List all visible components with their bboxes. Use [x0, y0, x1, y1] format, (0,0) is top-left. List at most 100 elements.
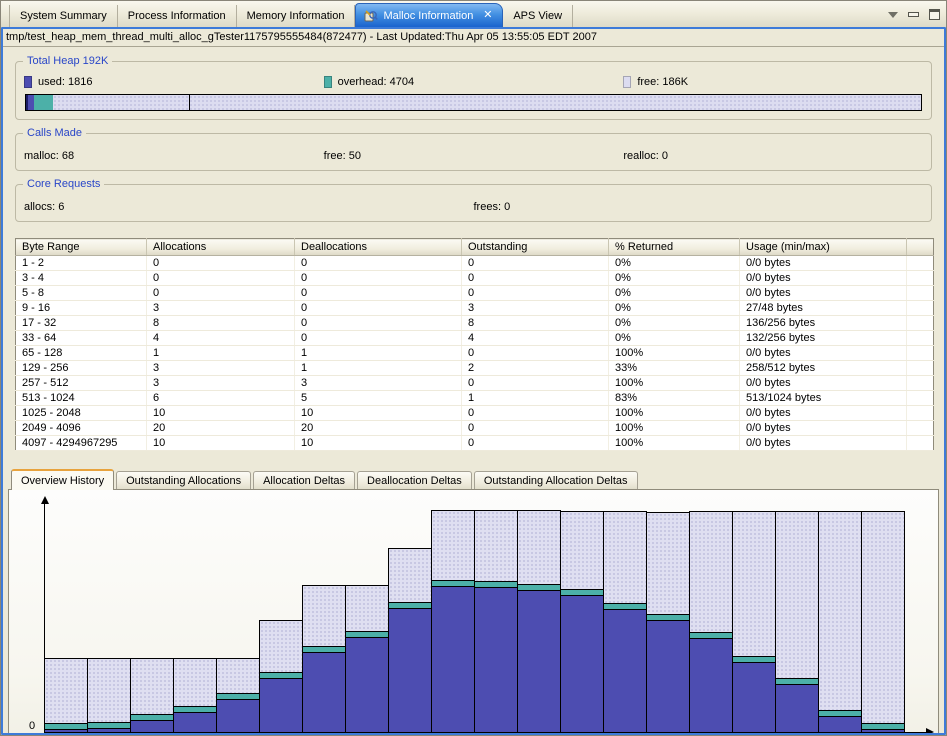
free-segment	[260, 621, 302, 672]
used-segment	[389, 609, 431, 732]
table-row[interactable]: 4097 - 429496729510100100%0/0 bytes	[16, 436, 934, 451]
table-header--returned[interactable]: % Returned	[609, 239, 740, 256]
table-row[interactable]: 2049 - 409620200100%0/0 bytes	[16, 421, 934, 436]
overhead-segment	[561, 589, 603, 596]
view-tab-malloc-information[interactable]: Malloc Information✕	[355, 3, 503, 27]
sample-bar	[646, 512, 690, 732]
overhead-segment	[174, 706, 216, 713]
history-tab-outstanding-allocation-deltas[interactable]: Outstanding Allocation Deltas	[474, 471, 638, 490]
used-segment	[260, 679, 302, 732]
table-cell: 0	[462, 286, 609, 301]
used-segment	[604, 610, 646, 732]
table-cell: 10	[147, 406, 295, 421]
table-cell: 0/0 bytes	[740, 421, 907, 436]
free-segment	[776, 512, 818, 678]
free-segment	[303, 586, 345, 646]
table-header-byte-range[interactable]: Byte Range	[16, 239, 147, 256]
table-cell	[907, 361, 934, 376]
table-row[interactable]: 33 - 644040%132/256 bytes	[16, 331, 934, 346]
free-segment	[604, 512, 646, 603]
calls-made-stat: free: 50	[324, 150, 624, 162]
plot-area: 0	[44, 495, 926, 733]
core-requests-stats: allocs: 6frees: 0	[24, 201, 923, 213]
history-tab-deallocation-deltas[interactable]: Deallocation Deltas	[357, 471, 472, 490]
view-tab-label: Process Information	[128, 10, 226, 22]
table-cell: 3	[147, 376, 295, 391]
heap-legend: used: 1816overhead: 4704free: 186K	[24, 76, 923, 88]
core-requests-title: Core Requests	[23, 178, 104, 190]
used-segment	[819, 717, 861, 732]
free-segment	[217, 659, 259, 693]
heap-legend-item: overhead: 4704	[324, 76, 624, 88]
table-header-usage-min-max-[interactable]: Usage (min/max)	[740, 239, 907, 256]
sample-bar	[130, 658, 174, 732]
table-cell: 3	[462, 301, 609, 316]
table-row[interactable]: 257 - 512330100%0/0 bytes	[16, 376, 934, 391]
table-cell: 6	[147, 391, 295, 406]
free-segment	[647, 513, 689, 614]
minimize-icon[interactable]	[908, 12, 919, 17]
table-cell: 0	[295, 256, 462, 271]
free-segment	[561, 512, 603, 589]
heap-overhead-segment	[34, 95, 53, 110]
table-cell: 0	[462, 406, 609, 421]
summary-area: Total Heap 192K used: 1816overhead: 4704…	[3, 47, 944, 451]
close-tab-icon[interactable]: ✕	[481, 9, 494, 22]
legend-swatch	[24, 76, 32, 88]
table-cell: 20	[295, 421, 462, 436]
history-tab-allocation-deltas[interactable]: Allocation Deltas	[253, 471, 355, 490]
view-tab-memory-information[interactable]: Memory Information	[237, 5, 356, 27]
sample-bar	[603, 511, 647, 732]
overhead-segment	[45, 723, 87, 730]
used-segment	[690, 639, 732, 732]
used-segment	[303, 653, 345, 732]
table-row[interactable]: 513 - 102465183%513/1024 bytes	[16, 391, 934, 406]
table-header-deallocations[interactable]: Deallocations	[295, 239, 462, 256]
table-cell: 1	[295, 361, 462, 376]
history-tab-outstanding-allocations[interactable]: Outstanding Allocations	[116, 471, 251, 490]
table-cell: 100%	[609, 406, 740, 421]
calls-made-stat: realloc: 0	[623, 150, 923, 162]
table-row[interactable]: 17 - 328080%136/256 bytes	[16, 316, 934, 331]
view-tab-aps-view[interactable]: APS View	[503, 5, 573, 27]
table-cell: 5	[295, 391, 462, 406]
heap-usage-bar	[25, 94, 922, 111]
sample-bar	[517, 510, 561, 732]
table-cell: 0	[462, 346, 609, 361]
overhead-segment	[217, 693, 259, 700]
table-cell	[907, 376, 934, 391]
table-row[interactable]: 3 - 40000%0/0 bytes	[16, 271, 934, 286]
core-requests-group: Core Requests allocs: 6frees: 0	[15, 184, 932, 222]
table-cell: 100%	[609, 421, 740, 436]
table-row[interactable]: 9 - 163030%27/48 bytes	[16, 301, 934, 316]
table-row[interactable]: 1 - 20000%0/0 bytes	[16, 256, 934, 271]
view-menu-icon[interactable]	[888, 12, 898, 18]
table-cell: 17 - 32	[16, 316, 147, 331]
table-cell: 65 - 128	[16, 346, 147, 361]
stacked-bars	[44, 510, 905, 732]
overhead-segment	[518, 584, 560, 591]
table-cell	[907, 391, 934, 406]
legend-swatch	[623, 76, 631, 88]
heap-used-segment	[26, 95, 34, 110]
free-segment	[174, 659, 216, 706]
table-row[interactable]: 1025 - 204810100100%0/0 bytes	[16, 406, 934, 421]
table-cell	[907, 331, 934, 346]
table-cell: 0/0 bytes	[740, 406, 907, 421]
history-tab-overview-history[interactable]: Overview History	[11, 469, 114, 490]
malloc-information-view: System Summary Process Information Memory …	[0, 0, 947, 736]
table-cell: 10	[295, 406, 462, 421]
view-tab-process-information[interactable]: Process Information	[118, 5, 237, 27]
table-row[interactable]: 129 - 25631233%258/512 bytes	[16, 361, 934, 376]
x-axis-arrow-icon	[926, 728, 934, 735]
table-row[interactable]: 5 - 80000%0/0 bytes	[16, 286, 934, 301]
view-tab-system-summary[interactable]: System Summary	[9, 5, 118, 27]
table-cell: 0/0 bytes	[740, 286, 907, 301]
table-cell: 33 - 64	[16, 331, 147, 346]
table-header-allocations[interactable]: Allocations	[147, 239, 295, 256]
table-cell: 20	[147, 421, 295, 436]
table-cell: 10	[295, 436, 462, 451]
table-row[interactable]: 65 - 128110100%0/0 bytes	[16, 346, 934, 361]
maximize-icon[interactable]	[929, 9, 940, 20]
table-header-outstanding[interactable]: Outstanding	[462, 239, 609, 256]
